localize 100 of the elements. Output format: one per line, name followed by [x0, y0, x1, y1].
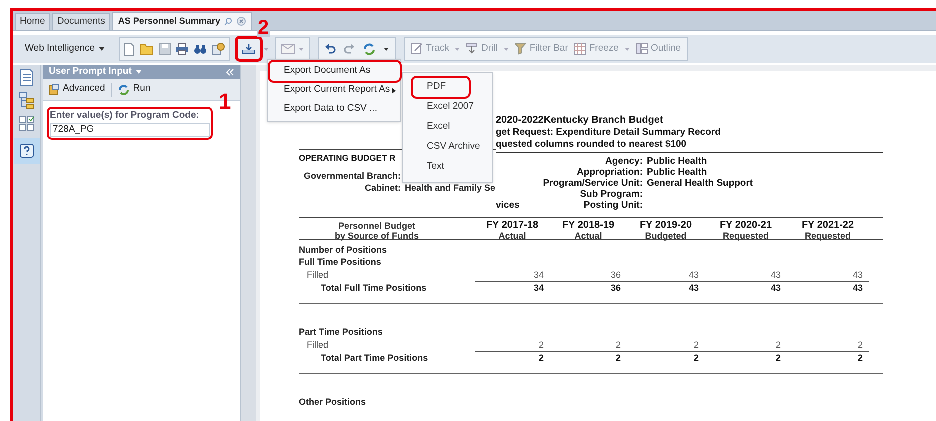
help-icon [20, 144, 34, 158]
help-tab[interactable] [14, 138, 40, 164]
row-heading: Number of Positions [299, 245, 388, 255]
menu-item[interactable]: Export Current Report As [280, 81, 400, 100]
column-header: FY 2021-22 [802, 221, 854, 231]
refresh-icon [118, 84, 130, 96]
close-icon[interactable] [237, 17, 246, 26]
table-cell: 43 [688, 270, 699, 280]
tree-icon[interactable] [18, 92, 34, 110]
table-cell: 2 [776, 340, 781, 350]
annotation-number: 2 [257, 20, 270, 37]
column-header: Personnel Budget [338, 221, 416, 231]
outline-icon [636, 43, 648, 55]
column-header: FY 2017-18 [486, 221, 539, 231]
row-label: Filled [307, 270, 329, 280]
field-label: Cabinet: [364, 182, 402, 194]
field-label: Agency: [606, 156, 644, 167]
table-cell: 2 [694, 340, 699, 350]
field-label: Sub Program: [580, 189, 644, 200]
tab[interactable]: AS Personnel Summary [112, 12, 252, 30]
caret-icon [455, 48, 460, 50]
table-cell: 2 [616, 353, 621, 363]
checklist-icon[interactable] [18, 116, 34, 132]
prompt-label: Enter value(s) for Program Code: [50, 110, 200, 122]
row-heading: Part Time Positions [299, 327, 383, 337]
table-cell: 43 [852, 270, 863, 280]
row-heading: Full Time Positions [299, 257, 382, 267]
drill-icon [466, 43, 478, 55]
table-cell: 43 [852, 283, 863, 293]
caret-icon [384, 48, 390, 50]
edit-icon [411, 43, 424, 55]
input-field[interactable]: 728A_PG [50, 123, 210, 137]
caret-icon [504, 48, 509, 50]
folder-icon[interactable] [140, 43, 154, 55]
field-value: Public Health [647, 167, 708, 178]
report-title: quested columns rounded to nearest $100 [496, 139, 883, 153]
table-cell: 43 [770, 270, 781, 280]
table-cell: 2 [538, 353, 544, 363]
row-heading: Other Positions [299, 397, 366, 407]
menu-item[interactable]: PDF [413, 78, 469, 97]
column-header: Requested [722, 231, 769, 241]
menu-item[interactable]: Excel [423, 118, 492, 137]
save-icon[interactable] [159, 43, 172, 55]
field-label: Posting Unit: [584, 200, 644, 211]
report-title: get Request: Expenditure Detail Summary Record [496, 127, 722, 139]
panel-action-button[interactable]: Advanced [49, 82, 106, 97]
new-document-icon[interactable] [124, 42, 136, 56]
tab[interactable]: Documents [52, 13, 110, 30]
filter-icon [514, 43, 527, 55]
table-cell: 36 [610, 270, 621, 280]
panel-title: User Prompt Input [49, 64, 132, 79]
table-cell: 43 [770, 283, 781, 293]
printer-icon[interactable] [176, 43, 190, 55]
table-cell: 34 [534, 283, 544, 293]
table-cell: 2 [538, 340, 544, 350]
table-cell: 2 [694, 353, 699, 363]
export-button[interactable] [238, 39, 260, 59]
caret-icon [99, 47, 106, 51]
field-label: Governmental Branch: [302, 170, 402, 182]
tray-icon [242, 44, 256, 54]
panel-action-button[interactable]: Run [118, 82, 151, 97]
mail-icon[interactable] [281, 44, 296, 54]
table-cell: 2 [858, 353, 863, 363]
caret-icon [624, 48, 630, 50]
submenu-arrow-icon [392, 88, 396, 94]
menu-item[interactable]: Export Data to CSV ... [280, 100, 400, 119]
dropdown-caret-icon[interactable] [136, 70, 142, 74]
report-title: 2020-2022Kentucky Branch Budget [496, 115, 664, 127]
field-label: Program/Service Unit: [543, 178, 644, 189]
table-cell: 2 [858, 340, 863, 350]
refresh-icon[interactable] [363, 42, 376, 56]
redo-icon[interactable] [344, 44, 356, 54]
field-value: General Health Support [647, 178, 754, 189]
field-value: vices [496, 200, 520, 211]
caret-icon [299, 48, 304, 50]
tab[interactable]: Home [15, 13, 50, 30]
menu-item[interactable]: Excel 2007 [423, 98, 492, 117]
collapse-icon[interactable] [226, 68, 234, 76]
schedule-icon[interactable] [212, 42, 226, 56]
column-header: FY 2019-20 [640, 221, 692, 231]
table-cell: 2 [776, 353, 781, 363]
row-label: Total Part Time Positions [321, 353, 428, 363]
field-value: Public Health [647, 156, 708, 167]
table-cell: 36 [610, 283, 621, 293]
document-icon[interactable] [20, 69, 34, 86]
column-header: Budgeted [645, 231, 687, 241]
binoculars-icon[interactable] [194, 44, 208, 54]
column-header: FY 2020-21 [720, 221, 772, 231]
column-header: Actual [498, 231, 526, 241]
field-label: Appropriation: [577, 167, 644, 178]
column-header: Actual [574, 231, 602, 241]
undo-icon[interactable] [325, 44, 336, 54]
row-label: Total Full Time Positions [321, 283, 427, 293]
annotation-number: 1 [219, 91, 232, 113]
menu-item[interactable]: Export Document As [270, 62, 400, 81]
table-cell: 2 [616, 340, 621, 350]
column-header: Requested [804, 231, 851, 241]
app-menu-button[interactable]: Web Intelligence [21, 38, 110, 60]
row-label: Filled [307, 340, 329, 350]
dropdown-caret-icon[interactable] [264, 48, 270, 50]
